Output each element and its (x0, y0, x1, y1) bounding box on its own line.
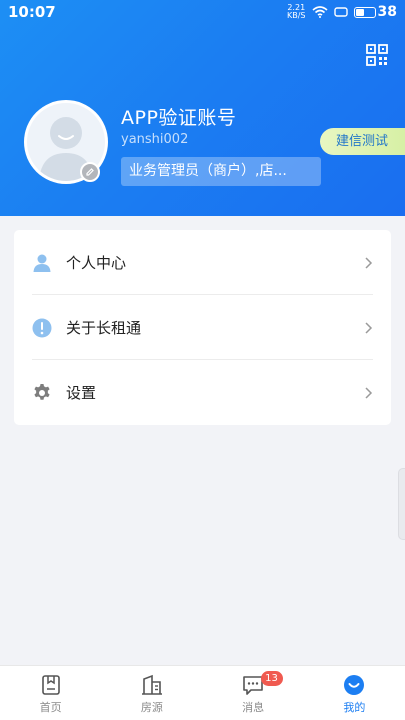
network-speed: 2.21 KB/S (287, 4, 306, 20)
menu-item-about[interactable]: 关于长租通 (14, 295, 391, 360)
account-name: APP验证账号 (121, 107, 237, 129)
bottom-tab-bar: 首页 房源 消息 13 我的 (0, 665, 405, 720)
menu-item-label: 设置 (66, 384, 97, 402)
tab-mine[interactable]: 我的 (304, 666, 405, 720)
tab-home[interactable]: 首页 (0, 666, 101, 720)
tab-listings[interactable]: 房源 (101, 666, 202, 720)
environment-tag: 建信测试 (320, 128, 405, 155)
info-icon (32, 318, 52, 338)
battery-indicator: 38 (353, 4, 397, 20)
menu-item-label: 关于长租通 (66, 319, 142, 337)
building-icon (141, 674, 162, 695)
role-selector[interactable]: 业务管理员（商户）,店... (121, 157, 321, 186)
menu-card: 个人中心 关于长租通 设置 (14, 230, 391, 425)
tab-messages[interactable]: 消息 13 (203, 666, 304, 720)
menu-item-settings[interactable]: 设置 (14, 360, 391, 425)
network-speed-unit: KB/S (287, 11, 306, 20)
profile-header: 10:07 2.21 KB/S 38 APP验证账号 yanshi002 业务管… (0, 0, 405, 216)
tab-label: 消息 (242, 701, 265, 714)
tab-label: 首页 (39, 701, 62, 714)
person-icon (32, 253, 52, 273)
menu-item-personal-center[interactable]: 个人中心 (14, 230, 391, 295)
wifi-icon (311, 6, 328, 18)
home-icon (41, 675, 60, 695)
status-time: 10:07 (8, 3, 56, 21)
chevron-right-icon (365, 321, 373, 334)
chevron-right-icon (365, 256, 373, 269)
battery-percent: 38 (377, 4, 397, 20)
profile-icon (344, 675, 365, 695)
status-icons: 2.21 KB/S 38 (287, 4, 397, 21)
floating-side-handle[interactable] (398, 468, 405, 540)
battery-icon (353, 6, 376, 18)
qr-code-icon[interactable] (366, 44, 388, 66)
edit-avatar-icon[interactable] (80, 162, 100, 182)
account-id: yanshi002 (121, 132, 189, 147)
screen-rotate-icon (333, 7, 348, 17)
tab-label: 我的 (343, 701, 366, 714)
menu-item-label: 个人中心 (66, 254, 127, 272)
chevron-right-icon (365, 386, 373, 399)
gear-icon (32, 383, 52, 403)
unread-badge: 13 (260, 671, 283, 686)
status-bar: 10:07 2.21 KB/S 38 (0, 0, 405, 24)
tab-label: 房源 (140, 701, 163, 714)
